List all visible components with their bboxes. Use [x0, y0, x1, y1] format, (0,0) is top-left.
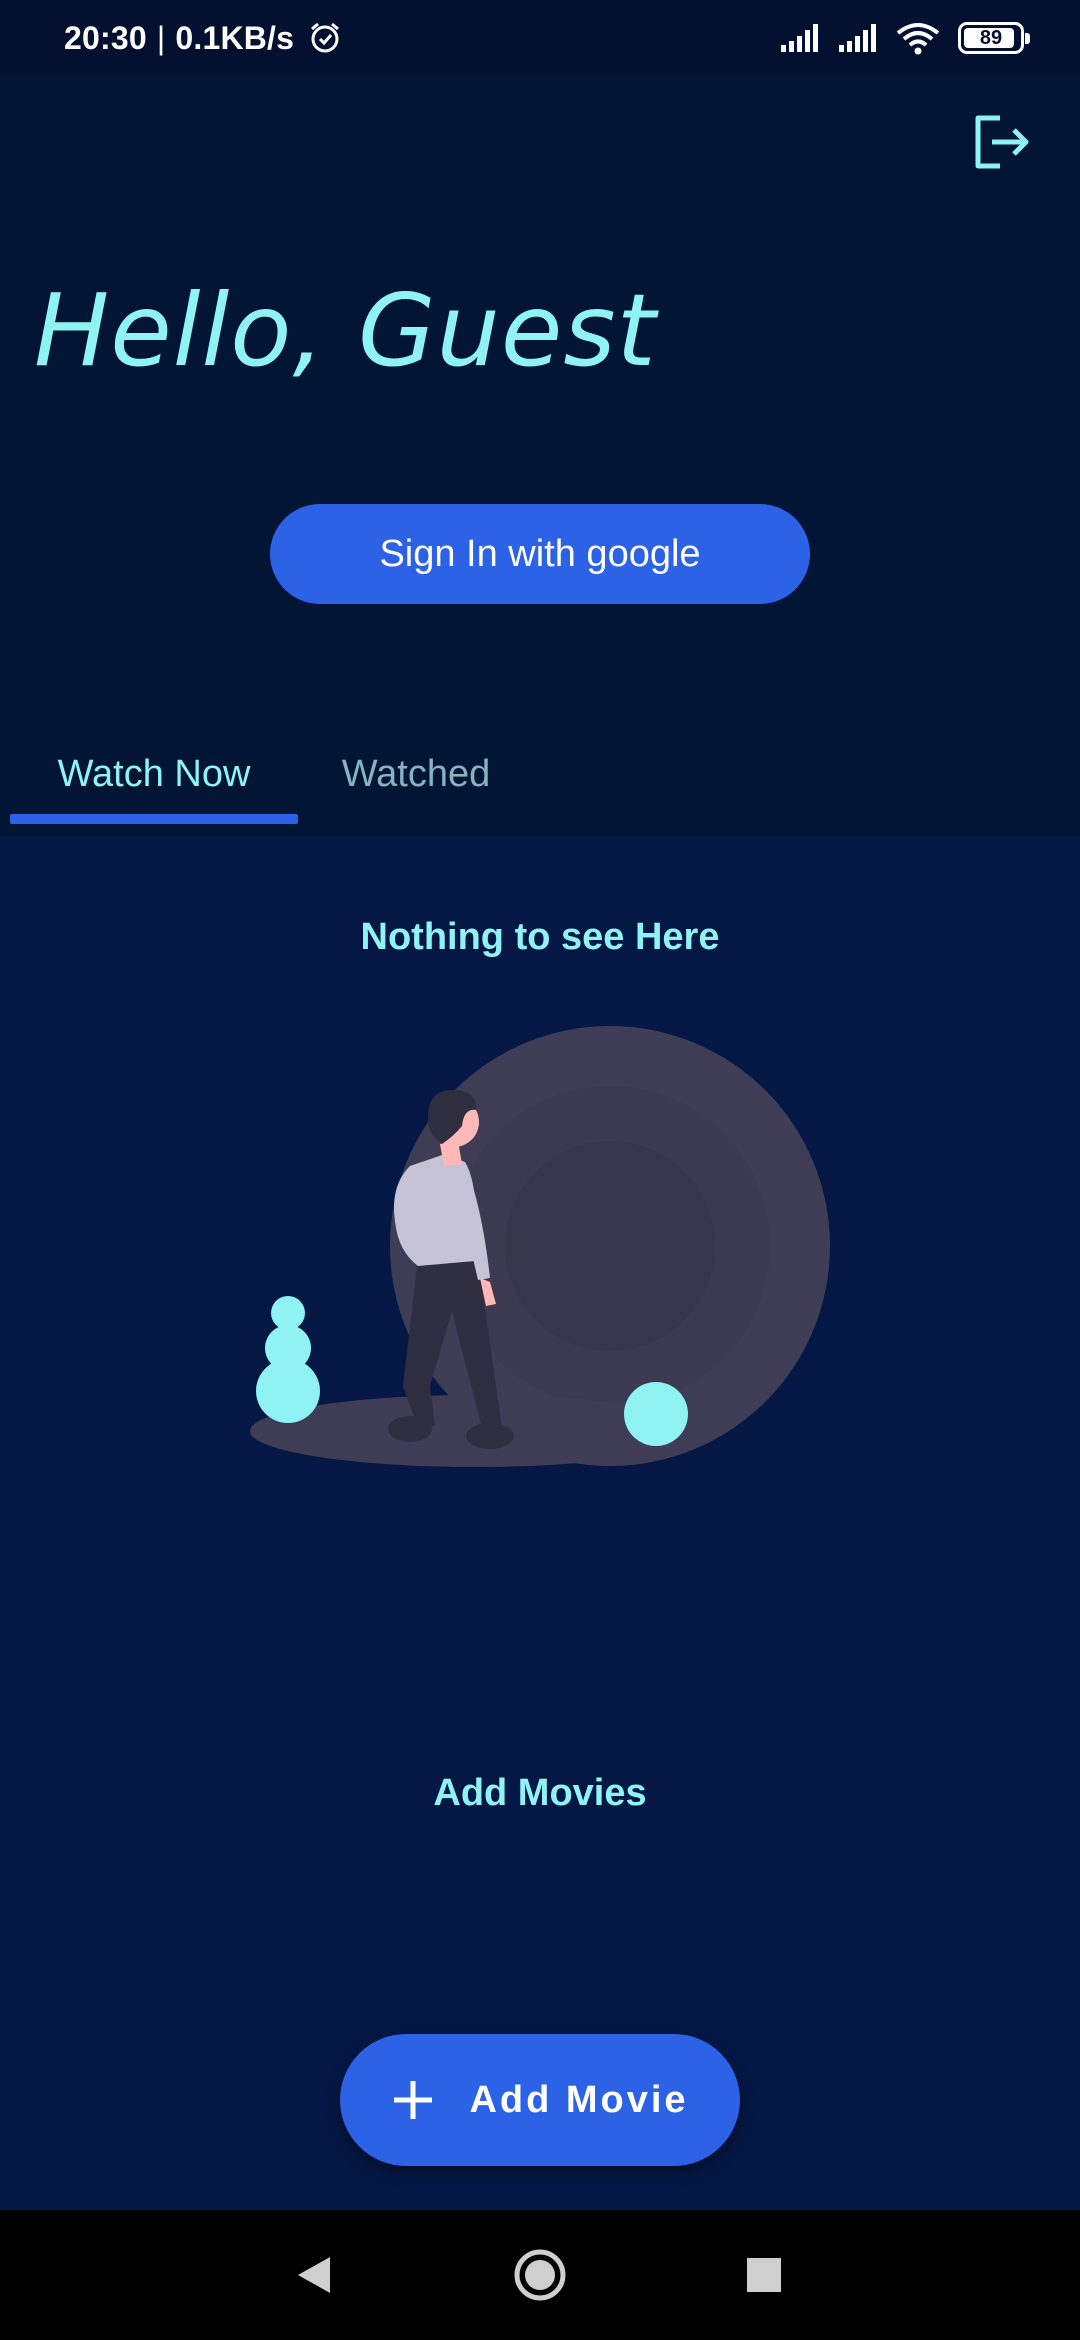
add-movie-button[interactable]: Add Movie [340, 2034, 740, 2166]
add-movie-label: Add Movie [469, 2078, 689, 2121]
empty-state-title: Nothing to see Here [360, 916, 720, 958]
status-separator: | [156, 19, 166, 56]
main-content: Nothing to see Here Add Movies Add Movie [0, 836, 1080, 2210]
header: Hello, Guest Sign In with google Watch N… [0, 76, 1080, 836]
system-nav-bar [0, 2210, 1080, 2340]
status-left: 20:30 | 0.1KB/s [64, 0, 342, 76]
add-movies-label: Add Movies [433, 1772, 647, 1814]
battery-level: 89 [979, 26, 1003, 49]
signal-icon [838, 23, 878, 53]
plus-icon [391, 2078, 435, 2122]
status-bar: 20:30 | 0.1KB/s 89 [0, 0, 1080, 76]
home-button[interactable] [480, 2210, 600, 2340]
status-right: 89 [780, 0, 1030, 76]
tab-watched[interactable]: Watched [298, 712, 534, 836]
tab-indicator [10, 814, 298, 824]
empty-state-illustration [240, 1026, 840, 1496]
logout-icon [972, 114, 1032, 170]
google-signin-button[interactable]: Sign In with google [270, 504, 810, 604]
back-button[interactable] [254, 2210, 374, 2340]
alarm-icon [308, 21, 342, 55]
status-network-speed: 0.1KB/s [175, 19, 295, 56]
battery-icon: 89 [958, 22, 1030, 54]
recents-icon [746, 2257, 782, 2293]
back-icon [296, 2255, 332, 2295]
greeting-title: Hello, Guest [34, 272, 657, 389]
signal-icon [780, 23, 820, 53]
recents-button[interactable] [704, 2210, 824, 2340]
wifi-icon [896, 21, 940, 55]
status-time: 20:30 [64, 19, 147, 56]
home-icon [513, 2248, 567, 2302]
logout-button[interactable] [964, 104, 1040, 180]
